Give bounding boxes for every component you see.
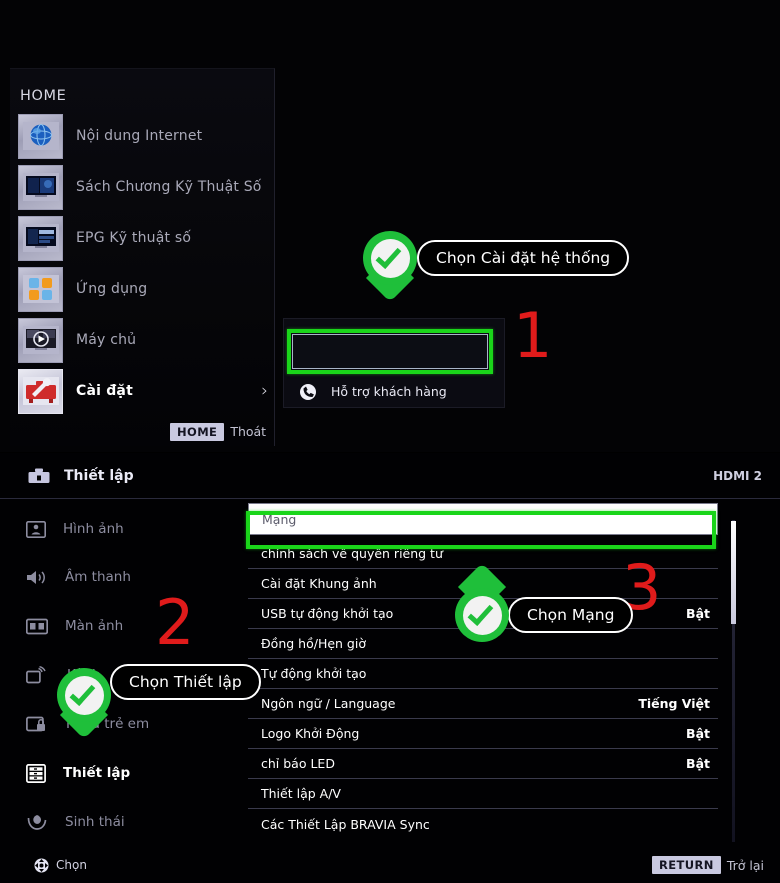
speaker-icon bbox=[26, 569, 48, 586]
step-number-1: 1 bbox=[513, 299, 553, 372]
broadcast-icon bbox=[26, 665, 50, 685]
callout-label-2: Chọn Thiết lập bbox=[110, 664, 261, 700]
picture-icon bbox=[26, 520, 46, 538]
chevron-right-icon: › bbox=[261, 381, 268, 401]
toolbox-thumb-icon bbox=[18, 368, 63, 414]
sidebar-item-label: Màn ảnh bbox=[65, 618, 124, 634]
home-item-digital-book[interactable]: Sách Chương Kỹ Thuật Số bbox=[18, 162, 268, 212]
list-row-label: Logo Khởi Động bbox=[261, 726, 360, 741]
phone-icon bbox=[299, 383, 319, 401]
home-item-label: Nội dung Internet bbox=[76, 128, 203, 144]
sidebar-item-label: Hình ảnh bbox=[63, 521, 124, 537]
return-key-badge: RETURN bbox=[652, 856, 721, 874]
callout-label-1: Chọn Cài đặt hệ thống bbox=[417, 240, 630, 276]
tv-book-thumb-icon bbox=[18, 164, 63, 210]
screenshot-root: HOME Nội dung Internet Sách Chương Kỹ Th… bbox=[0, 0, 780, 883]
footer-select-label: Chọn bbox=[56, 858, 87, 872]
check-circle-icon bbox=[57, 668, 111, 722]
apps-thumb-icon bbox=[18, 266, 63, 312]
list-row-value: Bật bbox=[686, 726, 710, 741]
list-row[interactable]: Thiết lập A/V bbox=[248, 779, 718, 809]
submenu-item-label: Hỗ trợ khách hàng bbox=[331, 384, 447, 399]
highlight-box-system-settings bbox=[287, 329, 493, 374]
sidebar-item-parental-lock[interactable]: Khóa trẻ em bbox=[0, 699, 240, 749]
list-row-label: USB tự động khởi tạo bbox=[261, 606, 394, 621]
parental-lock-icon bbox=[26, 715, 49, 733]
list-row-label: Ngôn ngữ / Language bbox=[261, 696, 396, 711]
sidebar-item-setup[interactable]: Thiết lập bbox=[0, 748, 240, 798]
home-key-badge: HOME bbox=[170, 423, 225, 441]
step-number-2: 2 bbox=[155, 586, 195, 659]
callout-pin-3 bbox=[455, 562, 509, 642]
home-item-label: Cài đặt bbox=[76, 383, 133, 399]
sidebar-item-sound[interactable]: Âm thanh bbox=[0, 552, 240, 602]
list-row-label: Đồng hồ/Hẹn giờ bbox=[261, 636, 366, 651]
list-row[interactable]: chỉ báo LED Bật bbox=[248, 749, 718, 779]
screen-icon bbox=[26, 618, 48, 635]
footer-return: RETURN Trở lại bbox=[652, 856, 764, 874]
sidebar-item-label: Sinh thái bbox=[65, 814, 125, 830]
settings-header-title: Thiết lập bbox=[64, 467, 134, 484]
sidebar-item-label: Thiết lập bbox=[63, 765, 131, 781]
home-footer: HOME Thoát bbox=[170, 423, 266, 441]
callout-pin-1 bbox=[363, 231, 417, 303]
callout-pin-2 bbox=[57, 668, 111, 740]
dpad-icon bbox=[34, 858, 49, 873]
submenu-item-customer-support[interactable]: Hỗ trợ khách hàng bbox=[284, 369, 506, 414]
callout-label-3: Chọn Mạng bbox=[508, 597, 634, 633]
check-circle-icon bbox=[363, 231, 417, 285]
settings-footer: Chọn RETURN Trở lại bbox=[0, 847, 780, 883]
home-item-label: Ứng dụng bbox=[76, 281, 148, 297]
home-item-media-server[interactable]: Máy chủ bbox=[18, 315, 268, 365]
input-source-label: HDMI 2 bbox=[713, 468, 762, 483]
tv-guide-thumb-icon bbox=[18, 215, 63, 261]
list-row-label: Cài đặt Khung ảnh bbox=[261, 576, 377, 591]
home-item-internet-content[interactable]: Nội dung Internet bbox=[18, 111, 268, 161]
home-item-epg[interactable]: EPG Kỹ thuật số bbox=[18, 213, 268, 263]
toolbox-icon bbox=[28, 467, 50, 485]
setup-list-icon bbox=[26, 763, 46, 783]
highlight-box-network bbox=[246, 511, 716, 549]
list-row-label: Thiết lập A/V bbox=[261, 786, 341, 801]
list-row-label: Các Thiết Lập BRAVIA Sync bbox=[261, 816, 430, 832]
list-row-label: Tự động khởi tạo bbox=[261, 666, 367, 681]
list-row-label: chỉ báo LED bbox=[261, 756, 335, 771]
home-item-label: EPG Kỹ thuật số bbox=[76, 230, 192, 246]
list-row[interactable]: Logo Khởi Động Bật bbox=[248, 719, 718, 749]
list-row-value: Bật bbox=[686, 606, 710, 621]
home-title: HOME bbox=[20, 88, 67, 104]
settings-header: Thiết lập HDMI 2 bbox=[0, 453, 780, 499]
footer-return-label: Trở lại bbox=[726, 857, 764, 873]
sidebar-item-eco[interactable]: Sinh thái bbox=[0, 797, 240, 847]
home-item-label: Máy chủ bbox=[76, 332, 137, 348]
list-row[interactable]: Ngôn ngữ / Language Tiếng Việt bbox=[248, 689, 718, 719]
sidebar-item-label: Âm thanh bbox=[65, 569, 131, 585]
home-exit-label: Thoát bbox=[230, 424, 267, 440]
sidebar-item-screen[interactable]: Màn ảnh bbox=[0, 601, 240, 651]
list-row-value: Bật bbox=[686, 756, 710, 771]
list-row-value: Tiếng Việt bbox=[638, 696, 710, 711]
globe-thumb-icon bbox=[18, 113, 63, 159]
media-server-thumb-icon bbox=[18, 317, 63, 363]
home-item-settings[interactable]: Cài đặt › bbox=[18, 366, 268, 416]
sidebar-item-picture[interactable]: Hình ảnh bbox=[0, 504, 240, 554]
eco-leaf-icon bbox=[26, 813, 48, 832]
list-row[interactable]: Tự động khởi tạo bbox=[248, 659, 718, 689]
home-menu-screen: HOME Nội dung Internet Sách Chương Kỹ Th… bbox=[0, 0, 780, 452]
list-scrollbar-thumb[interactable] bbox=[731, 521, 736, 624]
home-item-apps[interactable]: Ứng dụng bbox=[18, 264, 268, 314]
list-row[interactable]: Các Thiết Lập BRAVIA Sync bbox=[248, 809, 718, 839]
check-circle-icon bbox=[455, 588, 509, 642]
home-item-label: Sách Chương Kỹ Thuật Số bbox=[76, 179, 262, 195]
